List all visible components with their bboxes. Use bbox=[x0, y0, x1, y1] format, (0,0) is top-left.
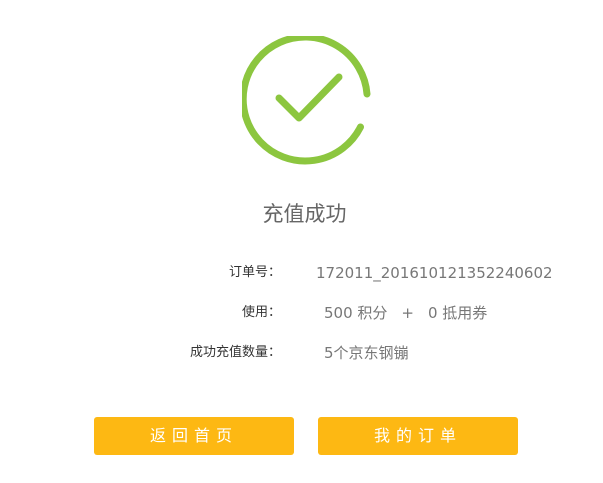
usage-points: 500 积分 bbox=[324, 304, 388, 322]
success-title: 充值成功 bbox=[262, 202, 347, 226]
return-home-button[interactable]: 返回首页 bbox=[94, 417, 294, 455]
usage-row: 使用： 500 积分 +0 抵用券 bbox=[0, 302, 603, 324]
order-number-row: 订单号： 172011_201610121352240602 bbox=[0, 262, 603, 284]
usage-plus: + bbox=[401, 304, 414, 322]
usage-label: 使用： bbox=[241, 305, 281, 320]
recharge-count-label: 成功充值数量： bbox=[189, 345, 281, 360]
order-number-label: 订单号： bbox=[228, 265, 281, 280]
success-check-icon bbox=[239, 33, 372, 166]
recharge-count-value: 5个京东钢镚 bbox=[324, 344, 409, 362]
usage-value: 500 积分 +0 抵用券 bbox=[324, 302, 487, 324]
usage-coupon: 0 抵用券 bbox=[427, 304, 488, 322]
my-orders-button[interactable]: 我的订单 bbox=[318, 417, 518, 455]
order-number-value: 172011_201610121352240602 bbox=[316, 264, 553, 282]
recharge-count-row: 成功充值数量： 5个京东钢镚 bbox=[0, 342, 603, 364]
